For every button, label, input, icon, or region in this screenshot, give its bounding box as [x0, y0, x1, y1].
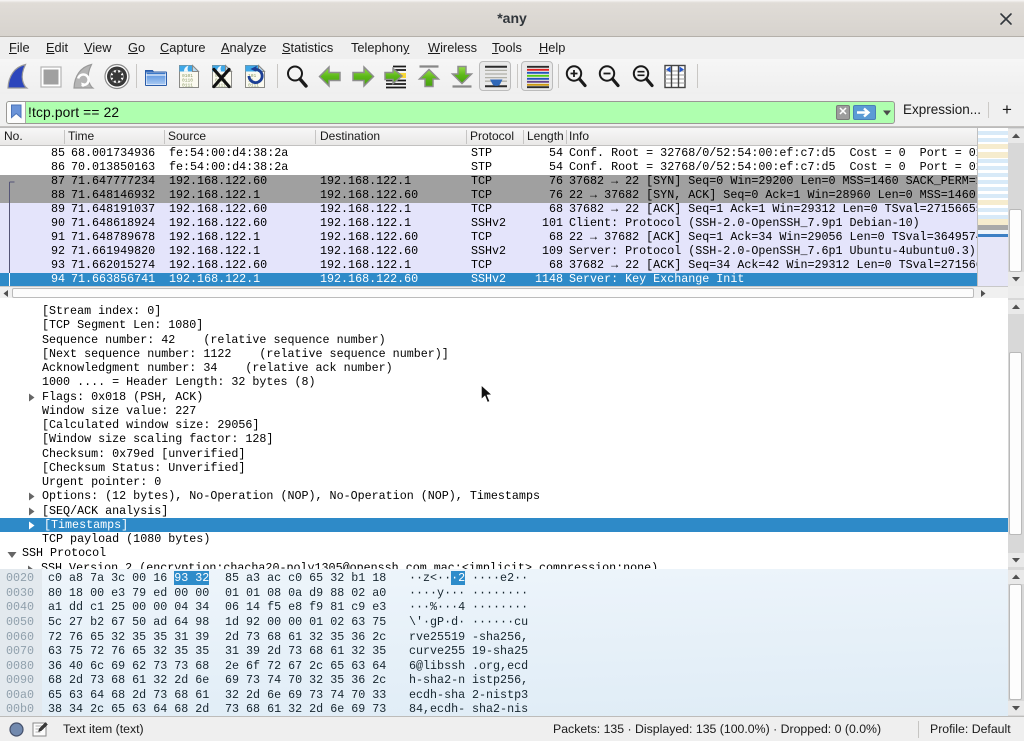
- svg-text:0111: 0111: [182, 82, 193, 88]
